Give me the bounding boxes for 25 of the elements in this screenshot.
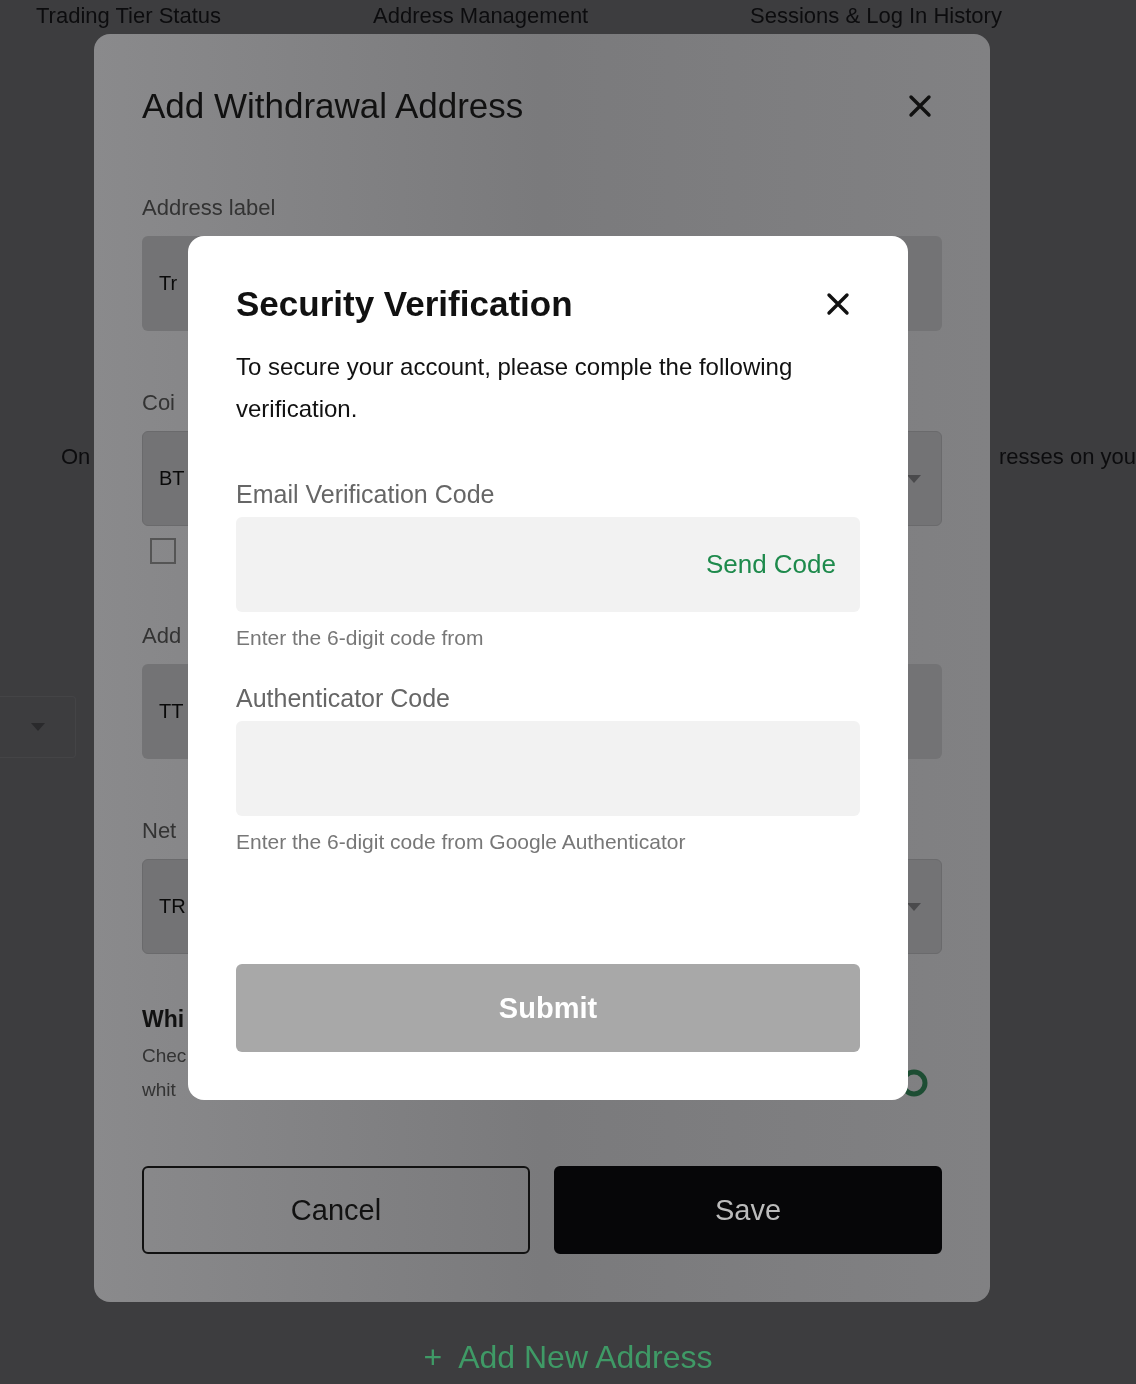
close-icon — [826, 292, 850, 316]
input-field[interactable]: Send Code — [236, 517, 860, 612]
close-icon — [908, 94, 932, 118]
field-label: Coi — [142, 389, 175, 417]
save-button[interactable]: Save — [554, 1166, 942, 1254]
add-address-link[interactable]: + Add New Address — [423, 1339, 713, 1376]
field-label: Authenticator Code — [236, 684, 451, 713]
dialog-title: Security Verification — [236, 284, 573, 324]
dialog-title: Add Withdrawal Address — [142, 86, 524, 126]
section-description: whit — [142, 1078, 176, 1102]
field-label: Add — [142, 622, 182, 650]
field-label: Net — [142, 817, 177, 845]
dialog-description: To secure your account, please comple the following verification. — [236, 352, 794, 424]
send-code-button[interactable]: Send Code — [705, 549, 836, 580]
caret-icon — [907, 902, 921, 911]
close-button[interactable] — [826, 292, 850, 316]
caret-icon — [907, 474, 921, 483]
field-label: Email Verification Code — [236, 480, 495, 509]
field-label: Address label — [142, 194, 276, 222]
field-hint: Enter the 6-digit code from — [236, 626, 484, 650]
section-description: Chec — [142, 1044, 187, 1068]
checkbox[interactable] — [150, 538, 176, 564]
field-hint: Enter the 6-digit code from Google Authenticator — [236, 830, 686, 854]
cancel-button[interactable]: Cancel — [142, 1166, 530, 1254]
section-title: Whi — [142, 1006, 185, 1033]
